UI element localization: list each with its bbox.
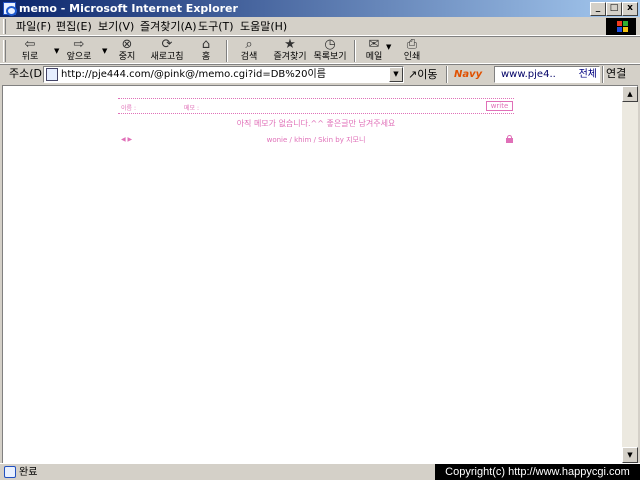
- links-toolbar[interactable]: 연결: [606, 67, 626, 81]
- history-label: 목록보기: [313, 52, 347, 62]
- menu-tools[interactable]: 도구(T): [198, 19, 234, 34]
- print-icon: ⎙: [406, 37, 418, 52]
- toolbar-grip[interactable]: [3, 40, 6, 62]
- address-url[interactable]: http://pje444.com/@pink@/memo.cgi?id=DB%…: [61, 67, 326, 82]
- back-label: 뒤로: [21, 52, 39, 62]
- navy-all-button[interactable]: 전체: [579, 67, 597, 82]
- home-button[interactable]: ⌂ 홈: [192, 38, 220, 65]
- print-label: 인쇄: [403, 52, 421, 62]
- credits: wonie / khim / Skin by 지모니: [266, 136, 366, 144]
- address-input[interactable]: http://pje444.com/@pink@/memo.cgi?id=DB%…: [43, 66, 404, 83]
- lock-icon[interactable]: [506, 135, 513, 143]
- title-bar: memo - Microsoft Internet Explorer _ □ x: [0, 0, 640, 17]
- address-bar: 주소(D) http://pje444.com/@pink@/memo.cgi?…: [0, 64, 640, 83]
- window-title: memo - Microsoft Internet Explorer: [19, 2, 238, 15]
- browser-window: memo - Microsoft Internet Explorer _ □ x…: [0, 0, 640, 480]
- mail-dropdown[interactable]: ▼: [382, 38, 392, 65]
- refresh-label: 새로고침: [150, 52, 184, 62]
- favorites-label: 즐겨찾기: [273, 52, 307, 62]
- chevron-down-icon: ▼: [54, 47, 60, 55]
- scroll-down-button[interactable]: ▼: [622, 447, 638, 463]
- back-dropdown[interactable]: ▼: [50, 38, 60, 65]
- stop-label: 중지: [118, 52, 136, 62]
- name-label: 이름 :: [121, 105, 136, 112]
- chevron-down-icon: ▼: [102, 47, 108, 55]
- history-button[interactable]: ◷ 목록보기: [310, 38, 350, 65]
- windows-logo-icon: [606, 18, 636, 35]
- favorites-folder-icon: ★: [284, 37, 296, 52]
- home-icon: ⌂: [201, 37, 211, 52]
- copyright-banner: Copyright(c) http://www.happycgi.com: [435, 464, 640, 480]
- scroll-up-button[interactable]: ▲: [622, 86, 638, 102]
- menu-help[interactable]: 도움말(H): [240, 19, 287, 34]
- go-button[interactable]: ↗이동: [408, 67, 437, 82]
- back-button[interactable]: ⇦ 뒤로: [14, 38, 46, 65]
- close-button[interactable]: x: [622, 2, 638, 16]
- navy-logo[interactable]: Navy: [454, 67, 492, 82]
- refresh-button[interactable]: ⟳ 새로고침: [146, 38, 188, 65]
- memo-label: 메모 :: [184, 105, 199, 112]
- standard-toolbar: ⇦ 뒤로 ▼ ⇨ 앞으로 ▼ ⊗ 중지 ⟳ 새로고침 ⌂ 홈 ⌕ 검색 ★ 즐겨…: [0, 36, 640, 64]
- menu-grip[interactable]: [3, 19, 6, 34]
- vertical-scrollbar[interactable]: ▲ ▼: [622, 86, 638, 463]
- minimize-button[interactable]: _: [590, 2, 606, 16]
- menu-bar: 파일(F) 편집(E) 보기(V) 즐겨찾기(A) 도구(T) 도움말(H): [0, 17, 640, 36]
- navy-search-value[interactable]: www.pje4..: [501, 67, 556, 82]
- stop-icon: ⊗: [121, 37, 133, 52]
- menu-favorites[interactable]: 즐겨찾기(A): [140, 19, 197, 34]
- forward-dropdown[interactable]: ▼: [98, 38, 108, 65]
- navy-search-input[interactable]: www.pje4.. 전체: [494, 66, 600, 83]
- status-text: 완료: [19, 467, 38, 478]
- menu-file[interactable]: 파일(F): [16, 19, 51, 34]
- divider-top: [118, 98, 514, 99]
- divider-bottom: [118, 113, 514, 114]
- history-icon: ◷: [324, 37, 336, 52]
- stop-button[interactable]: ⊗ 중지: [112, 38, 142, 65]
- address-dropdown-button[interactable]: ▼: [389, 67, 403, 82]
- go-label: 이동: [417, 68, 438, 81]
- home-label: 홈: [201, 52, 211, 62]
- toolbar-separator: [354, 40, 356, 62]
- mail-icon: ✉: [368, 37, 380, 52]
- print-button[interactable]: ⎙ 인쇄: [398, 38, 426, 65]
- refresh-icon: ⟳: [161, 37, 173, 52]
- address-separator: [602, 66, 604, 83]
- maximize-button[interactable]: □: [606, 2, 622, 16]
- ie-icon: [3, 2, 17, 16]
- page-icon: [46, 68, 58, 81]
- menu-edit[interactable]: 편집(E): [56, 19, 92, 34]
- menu-view[interactable]: 보기(V): [98, 19, 134, 34]
- address-separator: [446, 66, 448, 83]
- search-button[interactable]: ⌕ 검색: [234, 38, 264, 65]
- search-label: 검색: [240, 52, 258, 62]
- go-arrow-icon: ↗: [408, 68, 418, 81]
- write-button[interactable]: write: [486, 101, 513, 111]
- back-arrow-icon: ⇦: [24, 37, 36, 52]
- forward-button[interactable]: ⇨ 앞으로: [62, 38, 96, 65]
- toolbar-separator: [226, 40, 228, 62]
- forward-arrow-icon: ⇨: [73, 37, 85, 52]
- address-label: 주소(D): [9, 67, 47, 80]
- forward-label: 앞으로: [66, 52, 92, 62]
- favorites-button[interactable]: ★ 즐겨찾기: [270, 38, 310, 65]
- page-content: 이름 : 메모 : write 아직 메모가 없습니다.^^ 좋은글만 남겨주세…: [2, 85, 638, 463]
- search-icon: ⌕: [245, 37, 253, 52]
- lock-body: [506, 138, 513, 143]
- chevron-down-icon: ▼: [386, 43, 392, 51]
- empty-message: 아직 메모가 없습니다.^^ 좋은글만 남겨주세요: [236, 119, 396, 128]
- page-done-icon: [4, 466, 16, 478]
